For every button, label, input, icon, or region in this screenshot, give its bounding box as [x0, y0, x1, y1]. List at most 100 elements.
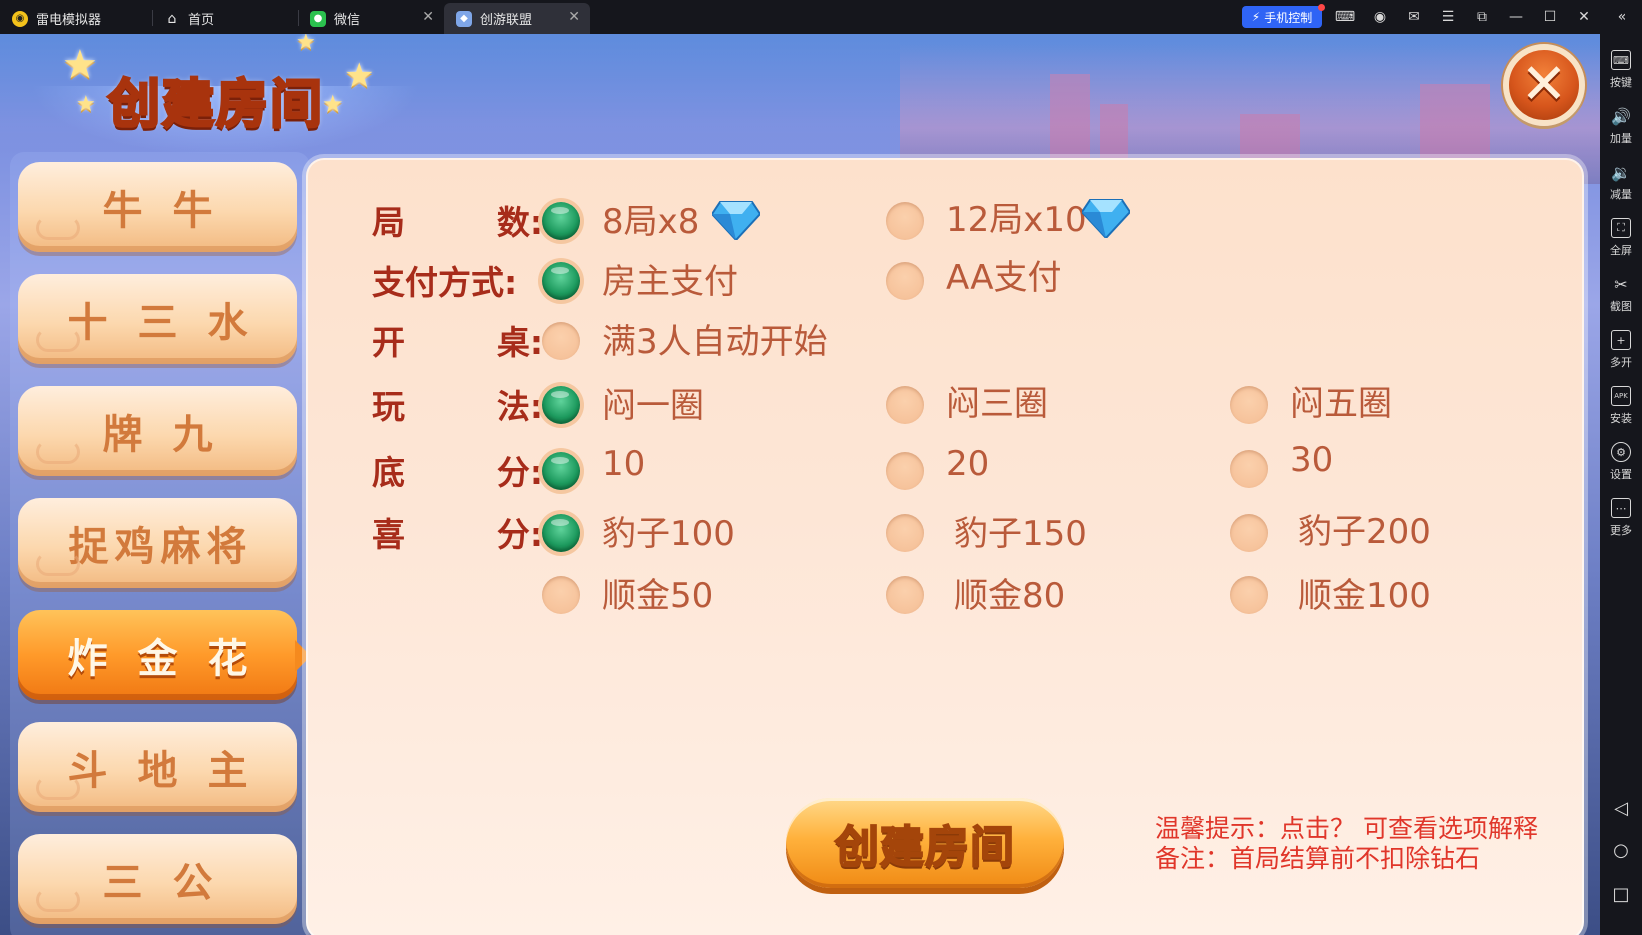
volume-down-icon: 🔉	[1611, 162, 1631, 182]
bonus2-radio-1[interactable]	[886, 576, 924, 614]
gamepad-icon[interactable]: ⌨	[1335, 7, 1355, 27]
home-circle-icon[interactable]: ○	[1611, 840, 1631, 861]
gear-icon: ⚙	[1611, 442, 1631, 462]
tab-wechat[interactable]: ● 微信 ✕	[298, 3, 444, 34]
tool-label: 全屏	[1610, 244, 1632, 257]
payment-radio-1[interactable]	[886, 262, 924, 300]
bonus2-option-0[interactable]: 顺金50	[602, 568, 713, 617]
popout-icon[interactable]: ⧉	[1472, 7, 1492, 27]
emulator-titlebar: ◉ 雷电模拟器 ⌂ 首页 ● 微信 ✕ ◆ 创游联盟 ✕ ⚡ 手机控制 ⌨ ◉ …	[0, 0, 1642, 34]
volume-up-icon: 🔊	[1611, 106, 1631, 126]
tab-shisanshui[interactable]: 十三水	[18, 274, 297, 364]
tab-label: 捉鸡麻将	[68, 524, 253, 570]
maximize-icon[interactable]: ☐	[1540, 7, 1560, 27]
close-tab-icon[interactable]: ✕	[568, 9, 580, 25]
bonus-option-2[interactable]: 豹子200	[1298, 504, 1431, 553]
bonus-option-1[interactable]: 豹子150	[954, 506, 1087, 555]
base-option-0[interactable]: 10	[602, 444, 645, 484]
bonus2-radio-0[interactable]	[542, 576, 580, 614]
close-window-icon[interactable]: ✕	[1574, 7, 1594, 27]
tool-label: 多开	[1610, 356, 1632, 369]
tab-zhuoji-majiang[interactable]: 捉鸡麻将	[18, 498, 297, 588]
tool-screenshot[interactable]: ✂ 截图	[1600, 268, 1642, 320]
tool-label: 按键	[1610, 76, 1632, 89]
play-option-2[interactable]: 闷五圈	[1290, 376, 1392, 425]
play-label: 玩 法:	[372, 387, 544, 426]
tab-label: 创游联盟	[480, 13, 533, 28]
play-option-0[interactable]: 闷一圈	[602, 378, 704, 427]
base-radio-1[interactable]	[886, 452, 924, 490]
base-radio-2[interactable]	[1230, 450, 1268, 488]
tip-hint[interactable]: 温馨提示：点击？ 可查看选项解释	[1155, 814, 1538, 844]
tool-install-apk[interactable]: APK 安装	[1600, 380, 1642, 432]
tab-doudizhu[interactable]: 斗地主	[18, 722, 297, 812]
tab-ldplayer[interactable]: ◉ 雷电模拟器	[0, 3, 152, 34]
base-option-2[interactable]: 30	[1290, 440, 1333, 480]
cloud-decoration	[36, 216, 80, 240]
emulator-toolbar: ⌨ 按键 🔊 加量 🔉 减量 ⛶ 全屏 ✂ 截图 + 多开 APK 安装 ⚙ 设…	[1600, 34, 1642, 935]
phone-control-button[interactable]: ⚡ 手机控制	[1242, 4, 1325, 28]
bonus2-option-2[interactable]: 顺金100	[1298, 568, 1431, 617]
collapse-sidebar-icon[interactable]: «	[1612, 7, 1632, 27]
rounds-radio-1[interactable]	[886, 202, 924, 240]
bonus-radio-2[interactable]	[1230, 514, 1268, 552]
create-room-button[interactable]: 创建房间	[786, 798, 1064, 888]
apk-icon: APK	[1611, 386, 1631, 406]
start-label: 开 桌:	[372, 323, 544, 362]
rounds-option-1[interactable]: 12局x10	[946, 192, 1087, 241]
payment-option-1[interactable]: AA支付	[946, 250, 1061, 299]
tool-keymap[interactable]: ⌨ 按键	[1600, 44, 1642, 96]
menu-icon[interactable]: ☰	[1438, 7, 1458, 27]
tool-volume-up[interactable]: 🔊 加量	[1600, 100, 1642, 152]
wechat-icon: ●	[310, 10, 326, 27]
bonus2-radio-2[interactable]	[1230, 576, 1268, 614]
lightning-icon: ⚡	[1251, 10, 1261, 24]
bonus-radio-0[interactable]	[542, 514, 580, 552]
tool-fullscreen[interactable]: ⛶ 全屏	[1600, 212, 1642, 264]
more-icon: ⋯	[1611, 498, 1631, 518]
mail-icon[interactable]: ✉	[1404, 7, 1424, 27]
tab-game[interactable]: ◆ 创游联盟 ✕	[444, 3, 590, 34]
bonus-option-0[interactable]: 豹子100	[602, 506, 735, 555]
tab-home[interactable]: ⌂ 首页	[152, 3, 298, 34]
tip-note: 备注：首局结算前不扣除钻石	[1155, 844, 1481, 873]
create-room-label: 创建房间	[834, 821, 1015, 874]
base-radio-0[interactable]	[542, 452, 580, 490]
tab-sangong[interactable]: 三公	[18, 834, 297, 924]
close-tab-icon[interactable]: ✕	[422, 9, 434, 25]
tool-multi-instance[interactable]: + 多开	[1600, 324, 1642, 376]
close-dialog-button[interactable]: ✕	[1503, 44, 1585, 126]
bonus-radio-1[interactable]	[886, 514, 924, 552]
back-icon[interactable]: ◁	[1611, 798, 1631, 819]
tool-more[interactable]: ⋯ 更多	[1600, 492, 1642, 544]
tool-settings[interactable]: ⚙ 设置	[1600, 436, 1642, 488]
keyboard-icon: ⌨	[1611, 50, 1631, 70]
rounds-radio-0[interactable]	[542, 202, 580, 240]
minimize-icon[interactable]: —	[1506, 7, 1526, 27]
tab-niuniu[interactable]: 牛牛	[18, 162, 297, 252]
star-icon: ★	[76, 92, 96, 117]
play-radio-0[interactable]	[542, 386, 580, 424]
bonus2-option-1[interactable]: 顺金80	[954, 568, 1065, 617]
payment-label: 支付方式:	[372, 263, 518, 302]
tab-paijiu[interactable]: 牌九	[18, 386, 297, 476]
tool-volume-down[interactable]: 🔉 减量	[1600, 156, 1642, 208]
recent-apps-icon[interactable]: □	[1611, 884, 1631, 905]
start-option-0[interactable]: 满3人自动开始	[602, 314, 828, 363]
play-radio-2[interactable]	[1230, 386, 1268, 424]
start-radio-0[interactable]	[542, 322, 580, 360]
diamond-icon	[1082, 199, 1130, 238]
cloud-decoration	[36, 552, 80, 576]
base-option-1[interactable]: 20	[946, 444, 989, 484]
account-icon[interactable]: ◉	[1370, 7, 1390, 27]
cloud-decoration	[36, 776, 80, 800]
payment-option-0[interactable]: 房主支付	[602, 254, 738, 303]
tab-zhajinhua[interactable]: 炸金花	[18, 610, 311, 700]
diamond-icon	[712, 201, 760, 240]
play-radio-1[interactable]	[886, 386, 924, 424]
tool-label: 减量	[1610, 188, 1632, 201]
payment-radio-0[interactable]	[542, 262, 580, 300]
play-option-1[interactable]: 闷三圈	[946, 376, 1048, 425]
rounds-option-0[interactable]: 8局x8	[602, 194, 699, 243]
cloud-decoration	[36, 328, 80, 352]
